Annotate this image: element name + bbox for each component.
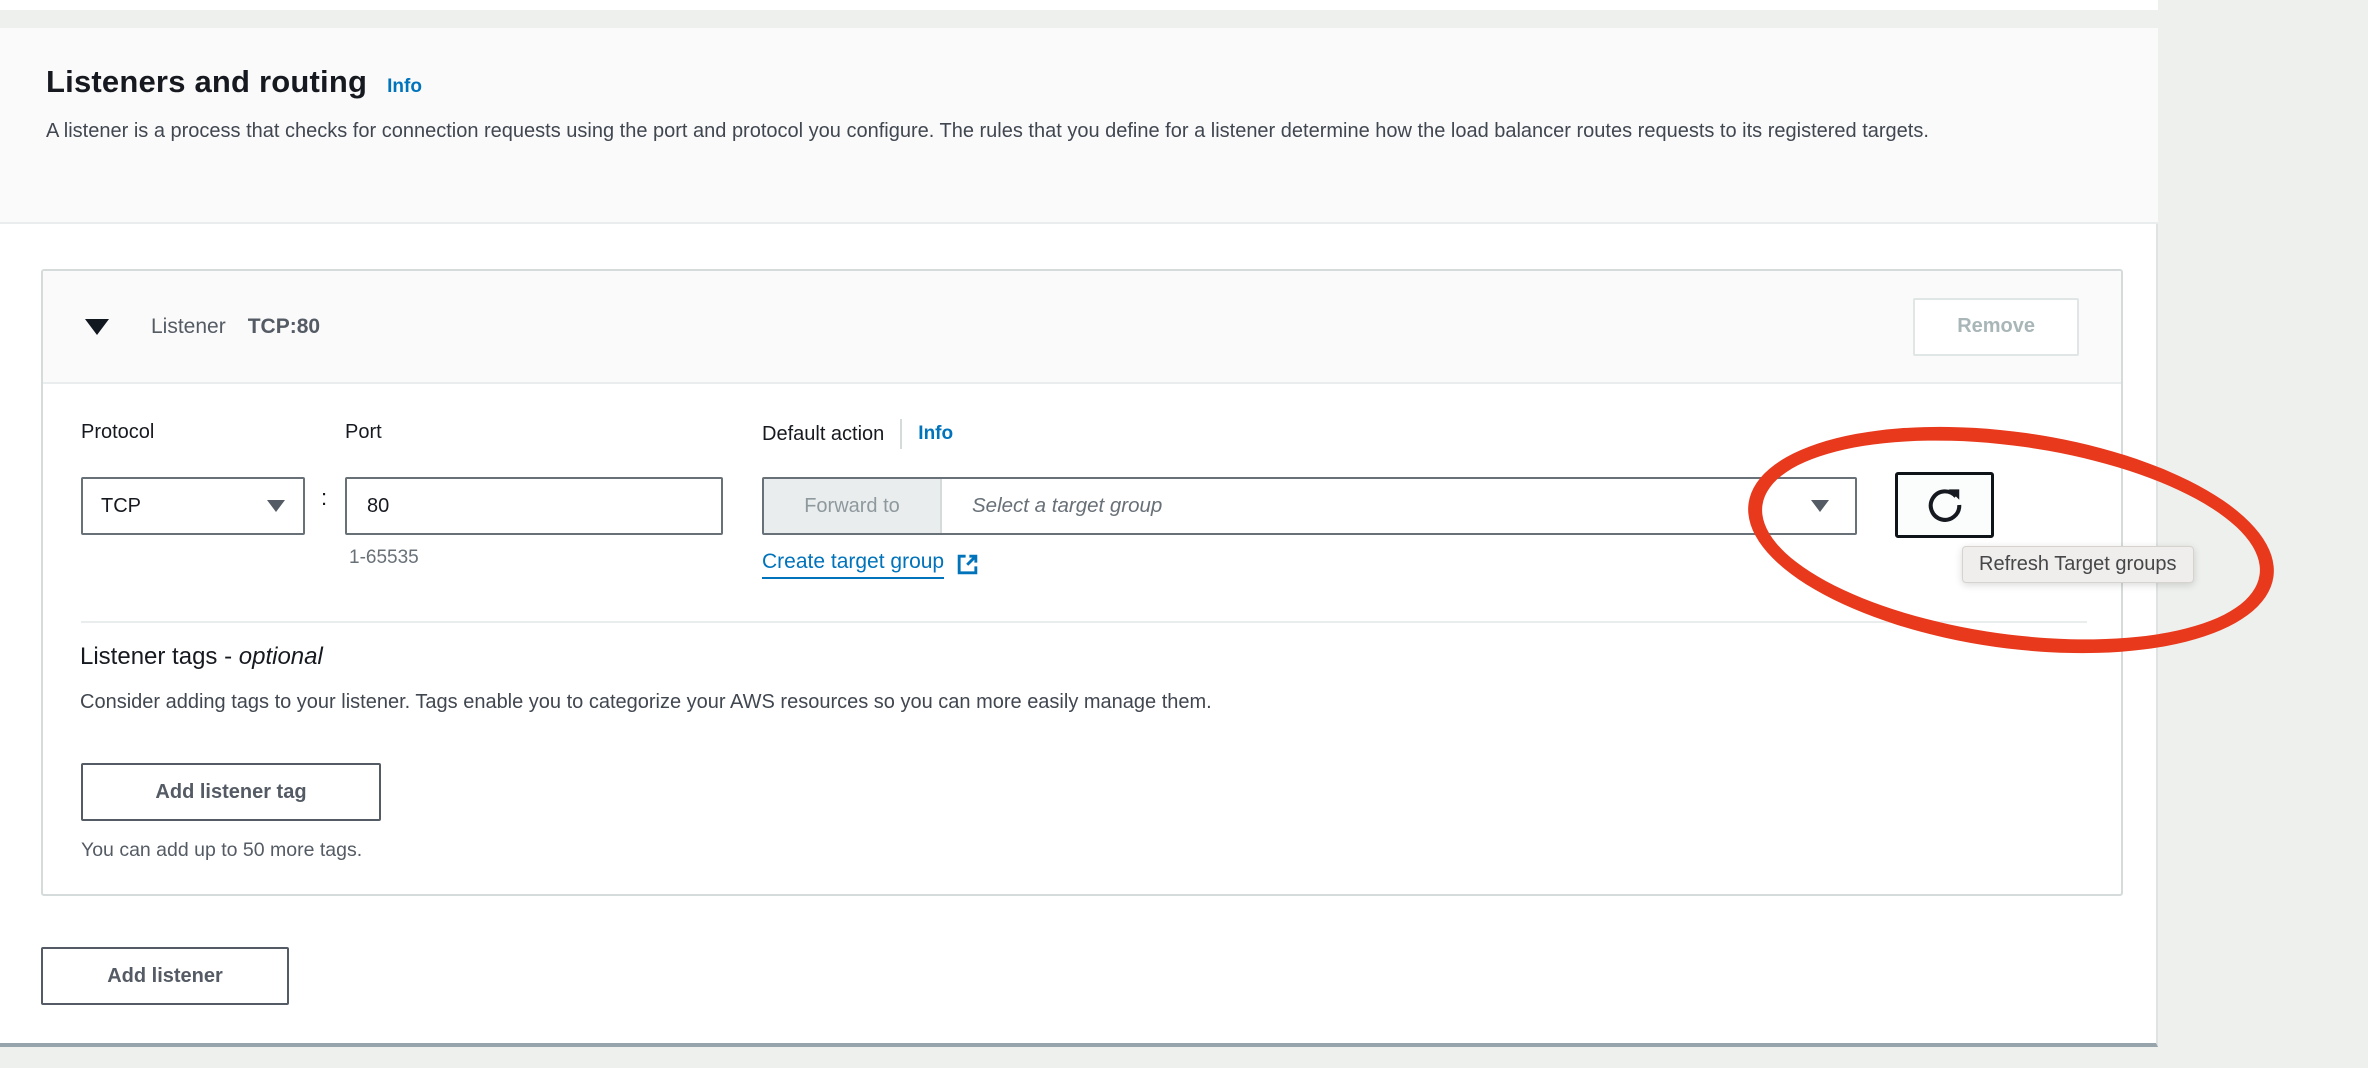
default-action-label-row: Default action Info (762, 419, 953, 449)
protocol-select[interactable]: TCP (81, 477, 305, 535)
collapse-caret-icon[interactable] (85, 319, 109, 335)
port-separator: : (321, 485, 327, 511)
protocol-label: Protocol (81, 421, 154, 444)
refresh-icon (1926, 486, 1964, 524)
default-action-info-link[interactable]: Info (918, 423, 953, 445)
tags-remaining-hint: You can add up to 50 more tags. (81, 839, 362, 862)
port-input[interactable] (345, 477, 723, 535)
port-range-hint: 1-65535 (349, 547, 419, 569)
target-group-select[interactable]: Forward to Select a target group (762, 477, 1857, 535)
target-group-placeholder: Select a target group (942, 494, 1162, 518)
listener-card: Listener TCP:80 Remove Protocol TCP : Po… (41, 269, 2123, 896)
panel-info-link[interactable]: Info (387, 76, 422, 98)
label-divider (900, 419, 902, 449)
chevron-down-icon (267, 500, 285, 512)
page-title: Listeners and routing (46, 64, 367, 100)
previous-section-edge (0, 0, 2158, 10)
listener-header-value: TCP:80 (248, 315, 320, 339)
listener-header-label: Listener (151, 315, 226, 339)
panel-description: A listener is a process that checks for … (46, 116, 2141, 147)
panel-title-row: Listeners and routing Info (46, 64, 422, 100)
default-action-label: Default action (762, 423, 884, 446)
listener-tags-heading: Listener tags - optional (80, 643, 323, 671)
add-listener-button[interactable]: Add listener (41, 947, 289, 1005)
forward-to-prefix: Forward to (764, 479, 942, 533)
section-divider (81, 621, 2087, 623)
external-link-icon (956, 553, 979, 576)
refresh-tooltip: Refresh Target groups (1962, 546, 2194, 583)
add-listener-tag-button[interactable]: Add listener tag (81, 763, 381, 821)
optional-label: optional (239, 643, 323, 670)
refresh-target-groups-button[interactable] (1895, 472, 1994, 538)
chevron-down-icon (1811, 500, 1829, 512)
listener-card-header: Listener TCP:80 Remove (43, 271, 2121, 384)
listener-tags-description: Consider adding tags to your listener. T… (80, 691, 1212, 714)
create-target-group-link[interactable]: Create target group (762, 550, 979, 579)
protocol-selected-value: TCP (101, 495, 141, 518)
port-label: Port (345, 421, 382, 444)
remove-listener-button[interactable]: Remove (1913, 298, 2079, 356)
